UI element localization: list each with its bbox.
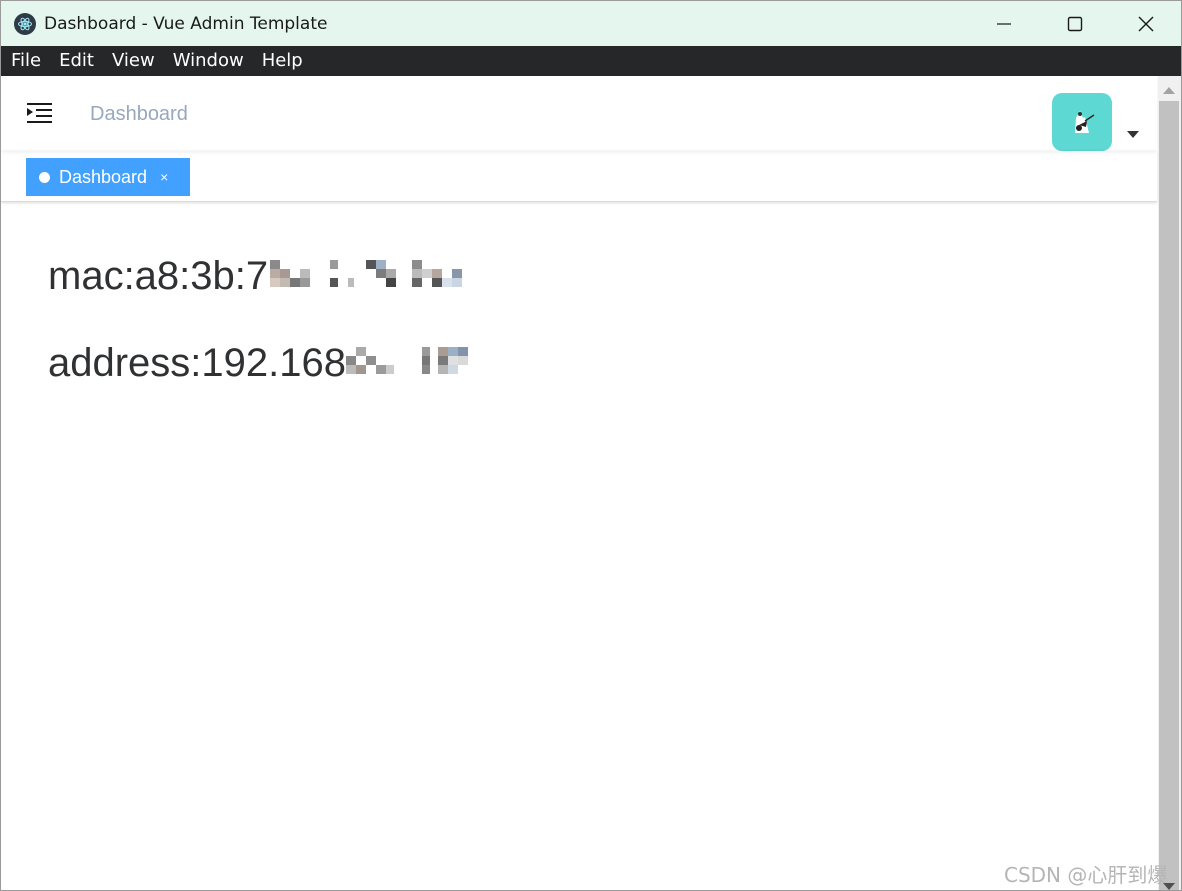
menu-file[interactable]: File <box>1 46 50 76</box>
menu-edit[interactable]: Edit <box>50 46 103 76</box>
mac-label: mac:a8:3b:7 <box>48 254 269 298</box>
menu-window[interactable]: Window <box>164 46 253 76</box>
electron-logo-icon <box>14 12 36 35</box>
breadcrumb[interactable]: Dashboard <box>90 102 188 126</box>
close-button[interactable] <box>1110 1 1181 46</box>
scrollbar-thumb[interactable] <box>1159 101 1179 890</box>
window-controls <box>968 1 1181 46</box>
scroll-up-arrow-icon <box>1163 87 1175 94</box>
title-bar[interactable]: Dashboard - Vue Admin Template <box>1 1 1181 46</box>
tags-view: Dashboard × <box>1 151 1157 202</box>
active-dot <box>39 171 50 183</box>
close-icon <box>1138 16 1153 31</box>
app-window: Dashboard - Vue Admin Template File Edit… <box>0 0 1182 891</box>
vertical-scrollbar[interactable] <box>1158 76 1181 890</box>
minimize-icon <box>996 22 1011 25</box>
watermark: CSDN @心肝到爆 <box>1004 863 1168 887</box>
navbar: Dashboard <box>1 76 1157 151</box>
ip-address-text: address:192.168 <box>48 339 486 387</box>
menu-view[interactable]: View <box>103 46 164 76</box>
avatar-image-icon <box>1075 111 1095 133</box>
maximize-button[interactable] <box>1039 1 1110 46</box>
caret-down-icon <box>1127 131 1139 138</box>
tag-dashboard[interactable]: Dashboard × <box>26 158 190 196</box>
menu-fold-icon[interactable] <box>27 102 53 124</box>
redacted-mosaic <box>346 347 469 375</box>
mac-address-text: mac:a8:3b:7 <box>48 252 468 300</box>
maximize-icon <box>1067 16 1082 31</box>
menu-bar: File Edit View Window Help <box>1 46 1181 76</box>
minimize-button[interactable] <box>968 1 1039 46</box>
avatar-dropdown-button[interactable] <box>1127 126 1139 144</box>
user-avatar[interactable] <box>1052 93 1112 151</box>
window-title: Dashboard - Vue Admin Template <box>44 13 328 34</box>
redacted-mosaic <box>270 260 463 288</box>
scroll-up-button[interactable] <box>1163 82 1175 100</box>
tag-close-icon[interactable]: × <box>160 169 168 185</box>
address-label: address:192.168 <box>48 341 347 385</box>
app-content: Dashboard Dashboard × mac:a8:3b:7 addres… <box>1 76 1157 890</box>
menu-help[interactable]: Help <box>253 46 312 76</box>
tag-label: Dashboard <box>59 166 148 187</box>
